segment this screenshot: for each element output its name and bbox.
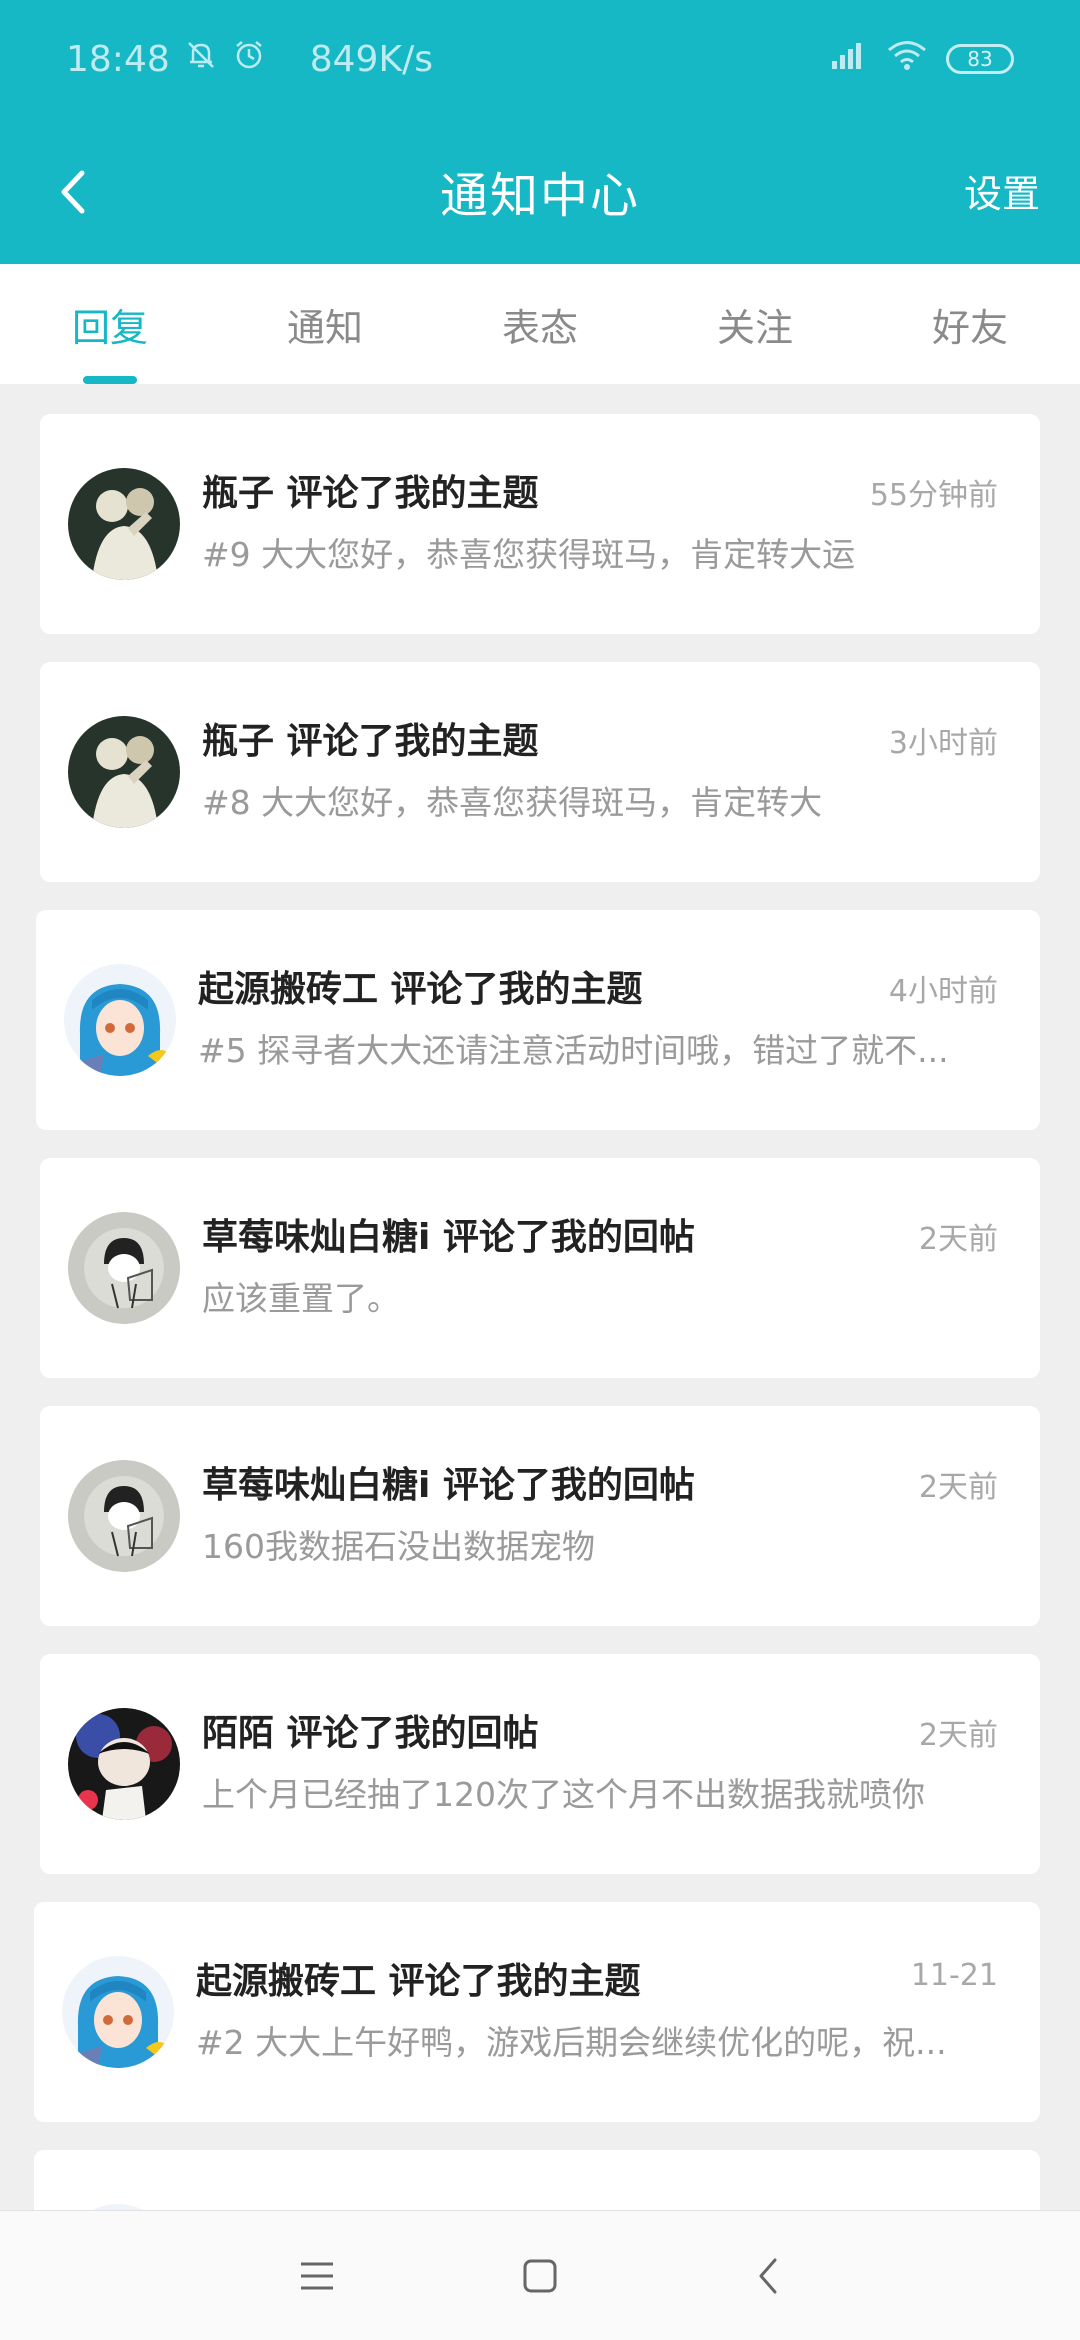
wifi-icon	[886, 39, 928, 80]
tab-label: 回复	[71, 305, 148, 350]
chevron-left-icon	[61, 170, 85, 214]
tab-notices[interactable]: 通知	[245, 264, 405, 384]
notification-title: 陌陌 评论了我的回帖	[202, 1713, 539, 1754]
avatar[interactable]	[68, 1460, 180, 1572]
avatar[interactable]	[64, 964, 176, 1076]
menu-button[interactable]	[282, 2241, 352, 2311]
home-icon	[523, 2259, 557, 2293]
app-header: 18:48 849K/s 83 通知中心 设置	[0, 0, 1080, 264]
avatar[interactable]	[62, 1956, 174, 2068]
notification-preview: #5 探寻者大大还请注意活动时间哦，错过了就不...	[198, 1031, 949, 1070]
tab-label: 好友	[931, 305, 1008, 350]
notification-item[interactable]: 瓶子 评论了我的主题 55分钟前 #9 大大您好，恭喜您获得斑马，肯定转大运	[40, 414, 1040, 634]
avatar[interactable]	[68, 468, 180, 580]
tab-replies[interactable]: 回复	[30, 264, 190, 384]
notification-time: 2天前	[918, 1222, 998, 1257]
notification-preview: 应该重置了。	[202, 1279, 400, 1318]
notification-preview: #8 大大您好，恭喜您获得斑马，肯定转大	[202, 783, 823, 822]
notification-preview: 160我数据石没出数据宠物	[202, 1527, 595, 1566]
notification-title: 瓶子 评论了我的主题	[202, 473, 539, 514]
bell-off-icon	[184, 38, 218, 81]
tab-friends[interactable]: 好友	[890, 264, 1050, 384]
notification-time: 55分钟前	[869, 478, 998, 513]
notification-item[interactable]: 草莓味灿白糖i 评论了我的回帖 2天前 应该重置了。	[40, 1158, 1040, 1378]
tab-reactions[interactable]: 表态	[460, 264, 620, 384]
notification-title: 起源搬砖工 评论了我的主题	[198, 969, 643, 1010]
signal-icon	[828, 39, 868, 80]
page-title: 通知中心	[439, 168, 640, 224]
tab-label: 关注	[716, 305, 793, 350]
notification-time: 4小时前	[888, 974, 998, 1009]
system-nav-bar	[0, 2210, 1080, 2340]
tab-follows[interactable]: 关注	[675, 264, 835, 384]
battery-icon: 83	[946, 44, 1014, 74]
status-time: 18:48	[66, 38, 170, 80]
notification-time: 2天前	[918, 1718, 998, 1753]
active-tab-indicator	[83, 376, 137, 384]
battery-level: 83	[967, 47, 993, 71]
notification-title: 草莓味灿白糖i 评论了我的回帖	[202, 1217, 695, 1258]
notification-list[interactable]: 瓶子 评论了我的主题 55分钟前 #9 大大您好，恭喜您获得斑马，肯定转大运 瓶…	[0, 384, 1080, 2210]
notification-preview: 上个月已经抽了120次了这个月不出数据我就喷你	[202, 1775, 925, 1814]
notification-time: 3小时前	[888, 726, 998, 761]
tab-label: 表态	[501, 305, 578, 350]
notification-title: 起源搬砖工 评论了我的主题	[196, 1961, 641, 2002]
notification-title: 瓶子 评论了我的主题	[202, 721, 539, 762]
network-speed: 849K/s	[309, 38, 433, 80]
notification-title: 草莓味灿白糖i 评论了我的回帖	[202, 1465, 695, 1506]
notification-preview: #2 大大上午好鸭，游戏后期会继续优化的呢，祝...	[196, 2023, 947, 2062]
home-button[interactable]	[505, 2241, 575, 2311]
tab-bar: 回复 通知 表态 关注 好友	[0, 264, 1080, 384]
settings-button[interactable]: 设置	[964, 163, 1040, 218]
avatar[interactable]	[68, 1708, 180, 1820]
notification-item[interactable]: 起源搬砖工 评论了我的主题 11-21 #2 大大上午好鸭，游戏后期会继续优化的…	[34, 1902, 1040, 2122]
back-button[interactable]	[36, 154, 112, 230]
notification-item[interactable]: 起源搬砖工 评论了我的主题 4小时前 #5 探寻者大大还请注意活动时间哦，错过了…	[36, 910, 1040, 1130]
notification-item[interactable]: 瓶子 评论了我的主题 3小时前 #8 大大您好，恭喜您获得斑马，肯定转大	[40, 662, 1040, 882]
back-nav-button[interactable]	[734, 2241, 804, 2311]
notification-preview: #9 大大您好，恭喜您获得斑马，肯定转大运	[202, 535, 856, 574]
notification-item[interactable]: 草莓味灿白糖i 评论了我的回帖 2天前 160我数据石没出数据宠物	[40, 1406, 1040, 1626]
notification-time: 2天前	[918, 1470, 998, 1505]
alarm-icon	[232, 38, 266, 81]
title-bar: 通知中心 设置	[0, 118, 1080, 264]
tab-label: 通知	[286, 305, 363, 350]
notification-item-partial[interactable]	[34, 2150, 1040, 2210]
status-bar: 18:48 849K/s 83	[0, 0, 1080, 118]
notification-item[interactable]: 陌陌 评论了我的回帖 2天前 上个月已经抽了120次了这个月不出数据我就喷你	[40, 1654, 1040, 1874]
chevron-left-icon	[759, 2258, 777, 2294]
avatar[interactable]	[68, 1212, 180, 1324]
notification-time: 11-21	[910, 1958, 998, 1993]
menu-icon	[301, 2262, 333, 2290]
avatar[interactable]	[68, 716, 180, 828]
